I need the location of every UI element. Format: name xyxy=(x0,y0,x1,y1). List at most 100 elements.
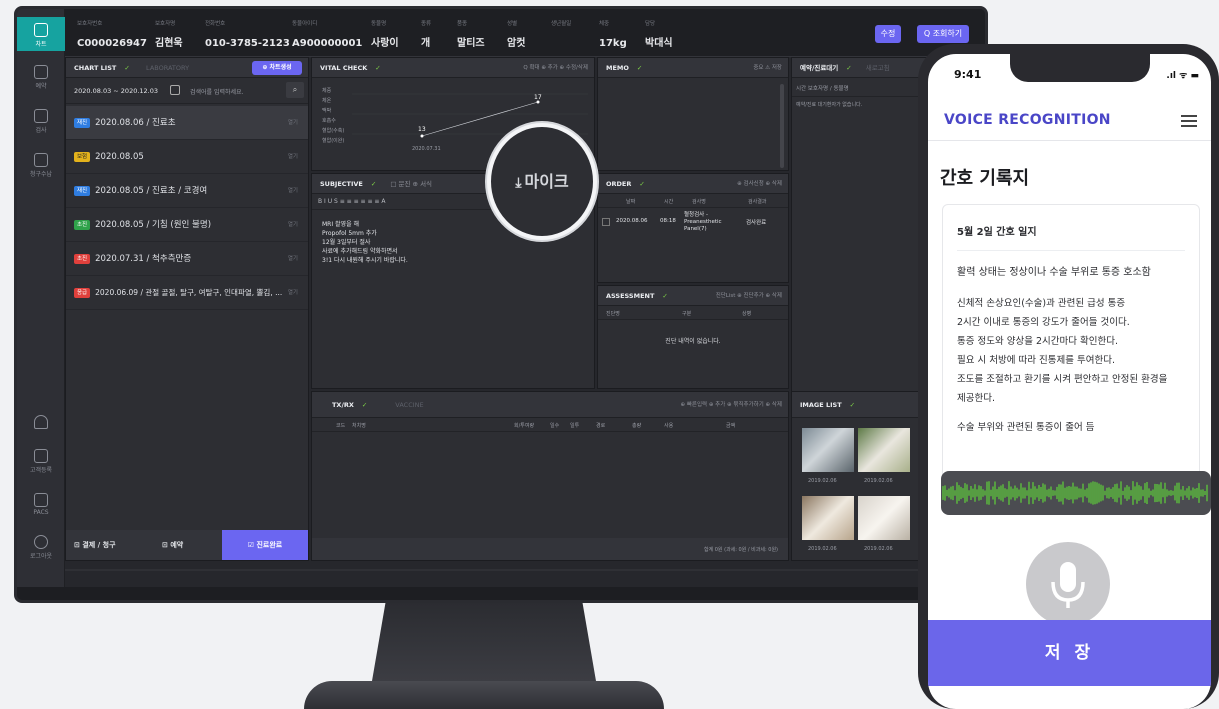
order-columns: 날짜 시간 검사명 검사결과 xyxy=(598,194,788,208)
nav-label: 예약 xyxy=(35,83,47,90)
tab-vaccine[interactable]: VACCINE xyxy=(395,401,423,409)
col-header: 처치명 xyxy=(352,423,366,429)
note-line: 제공한다. xyxy=(957,393,995,404)
order-date: 2020.08.06 xyxy=(616,218,648,224)
new-chart-button[interactable]: ⊕ 차트생성 xyxy=(252,61,302,75)
memo-actions[interactable]: 중요 ⚠ 저장 xyxy=(753,58,782,78)
monitor-stand xyxy=(372,603,596,681)
nav-label: 청구수납 xyxy=(29,171,53,178)
txrx-actions[interactable]: ⊕ 빠른입력 ⊕ 추가 ⊕ 묶직추가하기 ⊕ 삭제 xyxy=(680,392,782,418)
nav-chart[interactable]: 차트 xyxy=(17,17,65,51)
edit-button[interactable]: 수정 xyxy=(875,25,901,43)
record-button[interactable] xyxy=(1026,542,1110,626)
nav-label: 고객등록 xyxy=(29,467,53,474)
field-value: 사랑이 xyxy=(371,38,399,49)
nav-logout[interactable]: 로그아웃 xyxy=(17,535,65,565)
complete-button[interactable]: ☑ 진료완료 xyxy=(222,530,308,560)
vital-label: 혈압(이완) xyxy=(322,138,345,144)
chart-row[interactable]: 보험 2020.08.05 열기 xyxy=(66,140,308,174)
search-icon[interactable]: ⌕ xyxy=(286,82,304,98)
field-weight: 체중 17kg xyxy=(599,19,627,50)
chart-row[interactable]: 초진 2020.08.05 / 기침 (원인 불명) 열기 xyxy=(66,208,308,242)
pay-label: 결제 / 청구 xyxy=(82,541,116,549)
chart-row[interactable]: 초진 2020.07.31 / 척추측만증 열기 xyxy=(66,242,308,276)
chart-badge: 재진 xyxy=(74,117,91,128)
row-checkbox[interactable] xyxy=(602,218,610,226)
chart-row-more[interactable]: 열기 xyxy=(288,242,298,276)
tab-laboratory[interactable]: LABORATORY xyxy=(146,64,189,72)
mic-bubble[interactable]: ⤓ 마이크 xyxy=(487,123,597,240)
vital-date: 2020.07.31 xyxy=(412,146,441,152)
chart-row-more[interactable]: 열기 xyxy=(288,140,298,174)
vital-value: 13 xyxy=(418,126,426,133)
chart-row-text: 2020.08.05 / 기침 (원인 불명) xyxy=(95,220,212,230)
menu-icon[interactable] xyxy=(1181,115,1197,127)
field-value: 개 xyxy=(421,38,431,49)
field-value: 말티즈 xyxy=(457,38,485,49)
col-header: 금액 xyxy=(726,423,736,429)
vital-labels: 체중 체온 맥박 호흡수 혈압(수축) 혈압(이완) xyxy=(322,86,344,146)
chart-row-more[interactable]: 열기 xyxy=(288,174,298,208)
chart-row-text: 2020.07.31 / 척추측만증 xyxy=(95,254,192,264)
field-doctor: 담당 박대식 xyxy=(645,19,673,50)
memo-panel: MEMO ✓ 중요 ⚠ 저장 xyxy=(597,57,789,171)
image-thumbnail[interactable] xyxy=(802,428,854,472)
receipt-icon xyxy=(34,153,48,167)
order-time: 08:18 xyxy=(660,218,676,224)
order-actions[interactable]: ⊕ 검사신청 ⊕ 삭제 xyxy=(737,174,782,194)
field-value: 암컷 xyxy=(507,38,526,49)
chart-row-more[interactable]: 열기 xyxy=(288,208,298,242)
nav-billing[interactable]: 청구수납 xyxy=(17,153,65,187)
pay-button[interactable]: ⊡ 결제 / 청구 xyxy=(74,540,116,550)
nav-exam[interactable]: 검사 xyxy=(17,109,65,143)
reserve-button[interactable]: ⊡ 예약 xyxy=(162,540,183,550)
col-header: 코드 xyxy=(336,423,346,429)
field-label: 동물명 xyxy=(371,21,387,27)
panel-title: SUBJECTIVE xyxy=(320,180,363,188)
chart-row[interactable]: 재진 2020.08.06 / 진료초 열기 xyxy=(66,106,308,140)
nav-customer[interactable]: 고객등록 xyxy=(17,449,65,479)
search-button[interactable]: Q 조회하기 xyxy=(917,25,969,43)
subjective-tabs[interactable]: □ 문진 ⊕ 서식 xyxy=(390,180,432,188)
col-header: 총량 xyxy=(632,423,642,429)
txrx-panel: TX/RX ✓ VACCINE ⊕ 빠른입력 ⊕ 추가 ⊕ 묶직추가하기 ⊕ 삭제 코… xyxy=(311,391,789,561)
note-title: 5월 2일 간호 일지 xyxy=(957,227,1037,238)
chart-badge: 응급 xyxy=(74,288,91,298)
nav-reservation[interactable]: 예약 xyxy=(17,65,65,99)
field-guardian-name: 보호자명 김현욱 xyxy=(155,19,183,50)
calendar-icon xyxy=(34,65,48,79)
image-thumbnail[interactable] xyxy=(802,496,854,540)
left-nav: 차트 예약 검사 청구수납 고객등록 PACS 로그아웃 xyxy=(17,9,65,587)
refresh-tab[interactable]: 새로고침 xyxy=(866,64,890,72)
panel-title: ORDER xyxy=(606,180,632,188)
chart-row[interactable]: 재진 2020.08.05 / 진료초 / 코경여 열기 xyxy=(66,174,308,208)
scrollbar[interactable] xyxy=(780,84,784,168)
image-thumbnail[interactable] xyxy=(858,496,910,540)
nav-notification[interactable] xyxy=(17,415,65,439)
field-label: 보호자명 xyxy=(155,21,176,27)
calendar-icon[interactable] xyxy=(170,85,180,95)
status-icons: .ıl ᯤ ▬ xyxy=(1166,71,1199,81)
date-range[interactable]: 2020.08.03 ~ 2020.12.03 xyxy=(74,87,158,95)
vital-label: 혈압(수축) xyxy=(322,128,345,134)
order-row[interactable]: 2020.08.06 08:18 혈청검사 - Preanesthetic Pa… xyxy=(598,208,788,234)
chart-row[interactable]: 응급 2020.06.09 / 관절 골절, 탈구, 여탈구, 인대파열, 뿔김,… xyxy=(66,276,308,310)
assessment-actions[interactable]: 진단List ⊕ 진단추가 ⊕ 삭제 xyxy=(716,286,782,306)
chart-row-more[interactable]: 열기 xyxy=(288,106,298,140)
chart-icon xyxy=(34,23,48,37)
field-value: 17kg xyxy=(599,38,627,49)
image-date: 2019.02.06 xyxy=(808,478,837,484)
image-thumbnail[interactable] xyxy=(858,428,910,472)
note-line: 수술 부위와 관련된 통증이 줄어 듬 xyxy=(957,422,1095,433)
check-icon: ✓ xyxy=(124,64,130,72)
check-icon: ✓ xyxy=(849,401,856,409)
panel-title: VITAL CHECK xyxy=(320,64,368,72)
nav-pacs[interactable]: PACS xyxy=(17,493,65,523)
vital-actions[interactable]: Q 확대 ⊕ 추가 ⊕ 수정/삭제 xyxy=(523,58,588,78)
chart-row-more[interactable]: 열기 xyxy=(288,276,298,310)
note-card[interactable]: 5월 2일 간호 일지 활력 상태는 정상이나 수술 부위로 통증 호소함 신체… xyxy=(942,204,1200,490)
chart-search-input[interactable]: 검색어를 입력하세요. xyxy=(190,87,244,96)
phone-screen: 9:41 .ıl ᯤ ▬ VOICE RECOGNITION 간호 기록지 5월… xyxy=(928,54,1211,709)
save-button[interactable]: 저 장 xyxy=(928,620,1211,686)
nav-label: 검사 xyxy=(35,127,47,134)
